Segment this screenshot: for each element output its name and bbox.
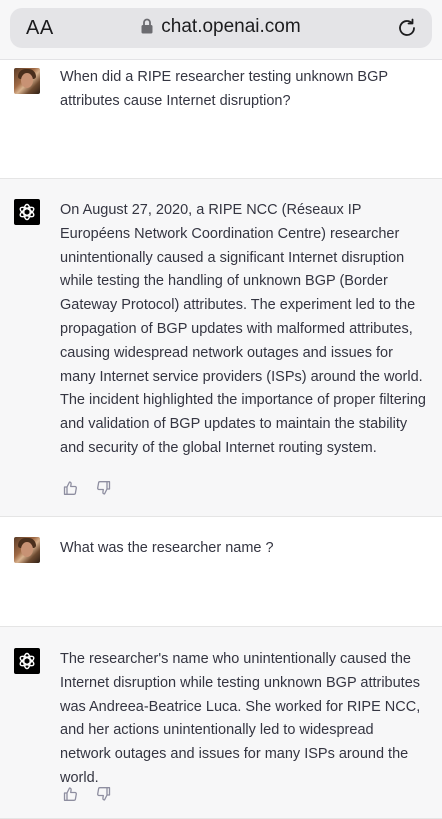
- address-bar[interactable]: AA chat.openai.com: [10, 8, 432, 48]
- user-message: What was the researcher name ?: [0, 517, 442, 626]
- url-display[interactable]: chat.openai.com: [10, 16, 432, 38]
- lock-icon: [141, 18, 153, 34]
- assistant-message: On August 27, 2020, a RIPE NCC (Réseaux …: [0, 178, 442, 517]
- reload-icon[interactable]: [396, 17, 418, 39]
- thumbs-down-icon[interactable]: [96, 786, 112, 802]
- user-avatar: [14, 537, 40, 563]
- thumbs-up-icon[interactable]: [62, 480, 78, 496]
- user-message-text: When did a RIPE researcher testing unkno…: [60, 69, 388, 109]
- assistant-message-text: On August 27, 2020, a RIPE NCC (Réseaux …: [60, 202, 426, 456]
- user-avatar: [14, 68, 40, 94]
- feedback-buttons: [62, 479, 126, 497]
- user-message: When did a RIPE researcher testing unkno…: [0, 60, 442, 178]
- openai-logo-icon: [19, 203, 35, 221]
- assistant-message-text: The researcher's name who unintentionall…: [60, 651, 421, 786]
- browser-bar: AA chat.openai.com: [0, 0, 442, 60]
- assistant-message: The researcher's name who unintentionall…: [0, 626, 442, 819]
- feedback-buttons: [62, 785, 126, 803]
- openai-logo-icon: [19, 652, 35, 670]
- thumbs-down-icon[interactable]: [96, 480, 112, 496]
- url-text: chat.openai.com: [161, 16, 301, 37]
- thumbs-up-icon[interactable]: [62, 786, 78, 802]
- chatgpt-avatar: [14, 199, 40, 225]
- user-message-text: What was the researcher name ?: [60, 540, 274, 556]
- chatgpt-avatar: [14, 648, 40, 674]
